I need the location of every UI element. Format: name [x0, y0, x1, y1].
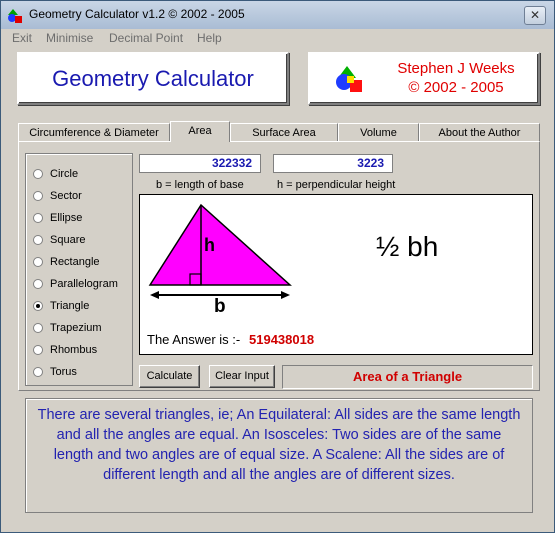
tab-surface-area[interactable]: Surface Area: [230, 123, 338, 141]
radio-indicator[interactable]: [33, 323, 43, 333]
app-logo-icon: [8, 9, 22, 23]
tab-volume[interactable]: Volume: [338, 123, 419, 141]
description-box: There are several triangles, ie; An Equi…: [25, 398, 533, 513]
triangle-figure: [148, 203, 292, 299]
radio-indicator[interactable]: [33, 235, 43, 245]
title-bar[interactable]: Geometry Calculator v1.2 © 2002 - 2005 ✕: [1, 1, 554, 29]
tab-area[interactable]: Area: [170, 121, 230, 142]
author-name: Stephen J Weeks: [397, 60, 515, 77]
answer-prefix: The Answer is :-: [147, 332, 241, 347]
formula: ½ bh: [376, 231, 439, 262]
clear-input-button[interactable]: Clear Input: [209, 365, 275, 388]
shapes-logo-icon: [336, 66, 362, 92]
radio-indicator[interactable]: [33, 213, 43, 223]
app-name-banner[interactable]: Geometry Calculator: [17, 52, 289, 105]
window-title: Geometry Calculator v1.2 © 2002 - 2005: [29, 7, 245, 21]
base-label: b: [214, 296, 226, 317]
base-input[interactable]: 322332: [139, 154, 261, 173]
height-label: h: [204, 235, 215, 255]
radio-indicator[interactable]: [33, 169, 43, 179]
app-window: Geometry Calculator v1.2 © 2002 - 2005 ✕…: [0, 0, 555, 533]
menu-help[interactable]: Help: [197, 31, 222, 45]
close-icon: ✕: [529, 8, 541, 22]
calculate-button[interactable]: Calculate: [139, 365, 200, 388]
menu-minimise[interactable]: Minimise: [46, 31, 93, 45]
app-name: Geometry Calculator: [52, 66, 254, 91]
answer-value: 519438018: [249, 332, 315, 347]
radio-indicator[interactable]: [33, 279, 43, 289]
tab-circumference-diameter[interactable]: Circumference & Diameter: [18, 123, 170, 141]
close-button[interactable]: ✕: [524, 6, 546, 25]
menu-exit[interactable]: Exit: [12, 31, 32, 45]
radio-indicator-selected[interactable]: [33, 301, 43, 311]
height-caption: h = perpendicular height: [277, 179, 396, 191]
base-arrow-left: [150, 291, 159, 299]
radio-indicator[interactable]: [33, 345, 43, 355]
height-input[interactable]: 3223: [273, 154, 393, 173]
area-title: Area of a Triangle: [282, 365, 533, 389]
radio-indicator[interactable]: [33, 257, 43, 267]
tab-strip: Circumference & Diameter Area Surface Ar…: [18, 121, 540, 142]
radio-indicator[interactable]: [33, 367, 43, 377]
author-banner[interactable]: Stephen J Weeks © 2002 - 2005: [308, 52, 540, 105]
tab-about-author[interactable]: About the Author: [419, 123, 540, 141]
triangle-diagram: h b ½ bh The Answer is :- 519438018: [139, 194, 533, 355]
menu-decimal-point[interactable]: Decimal Point: [109, 31, 183, 45]
radio-indicator[interactable]: [33, 191, 43, 201]
copyright: © 2002 - 2005: [408, 79, 504, 96]
triangle-shape: [148, 203, 292, 286]
base-arrow-right: [281, 291, 290, 299]
base-caption: b = length of base: [156, 179, 244, 191]
menu-bar: Exit Minimise Decimal Point Help: [1, 29, 554, 47]
